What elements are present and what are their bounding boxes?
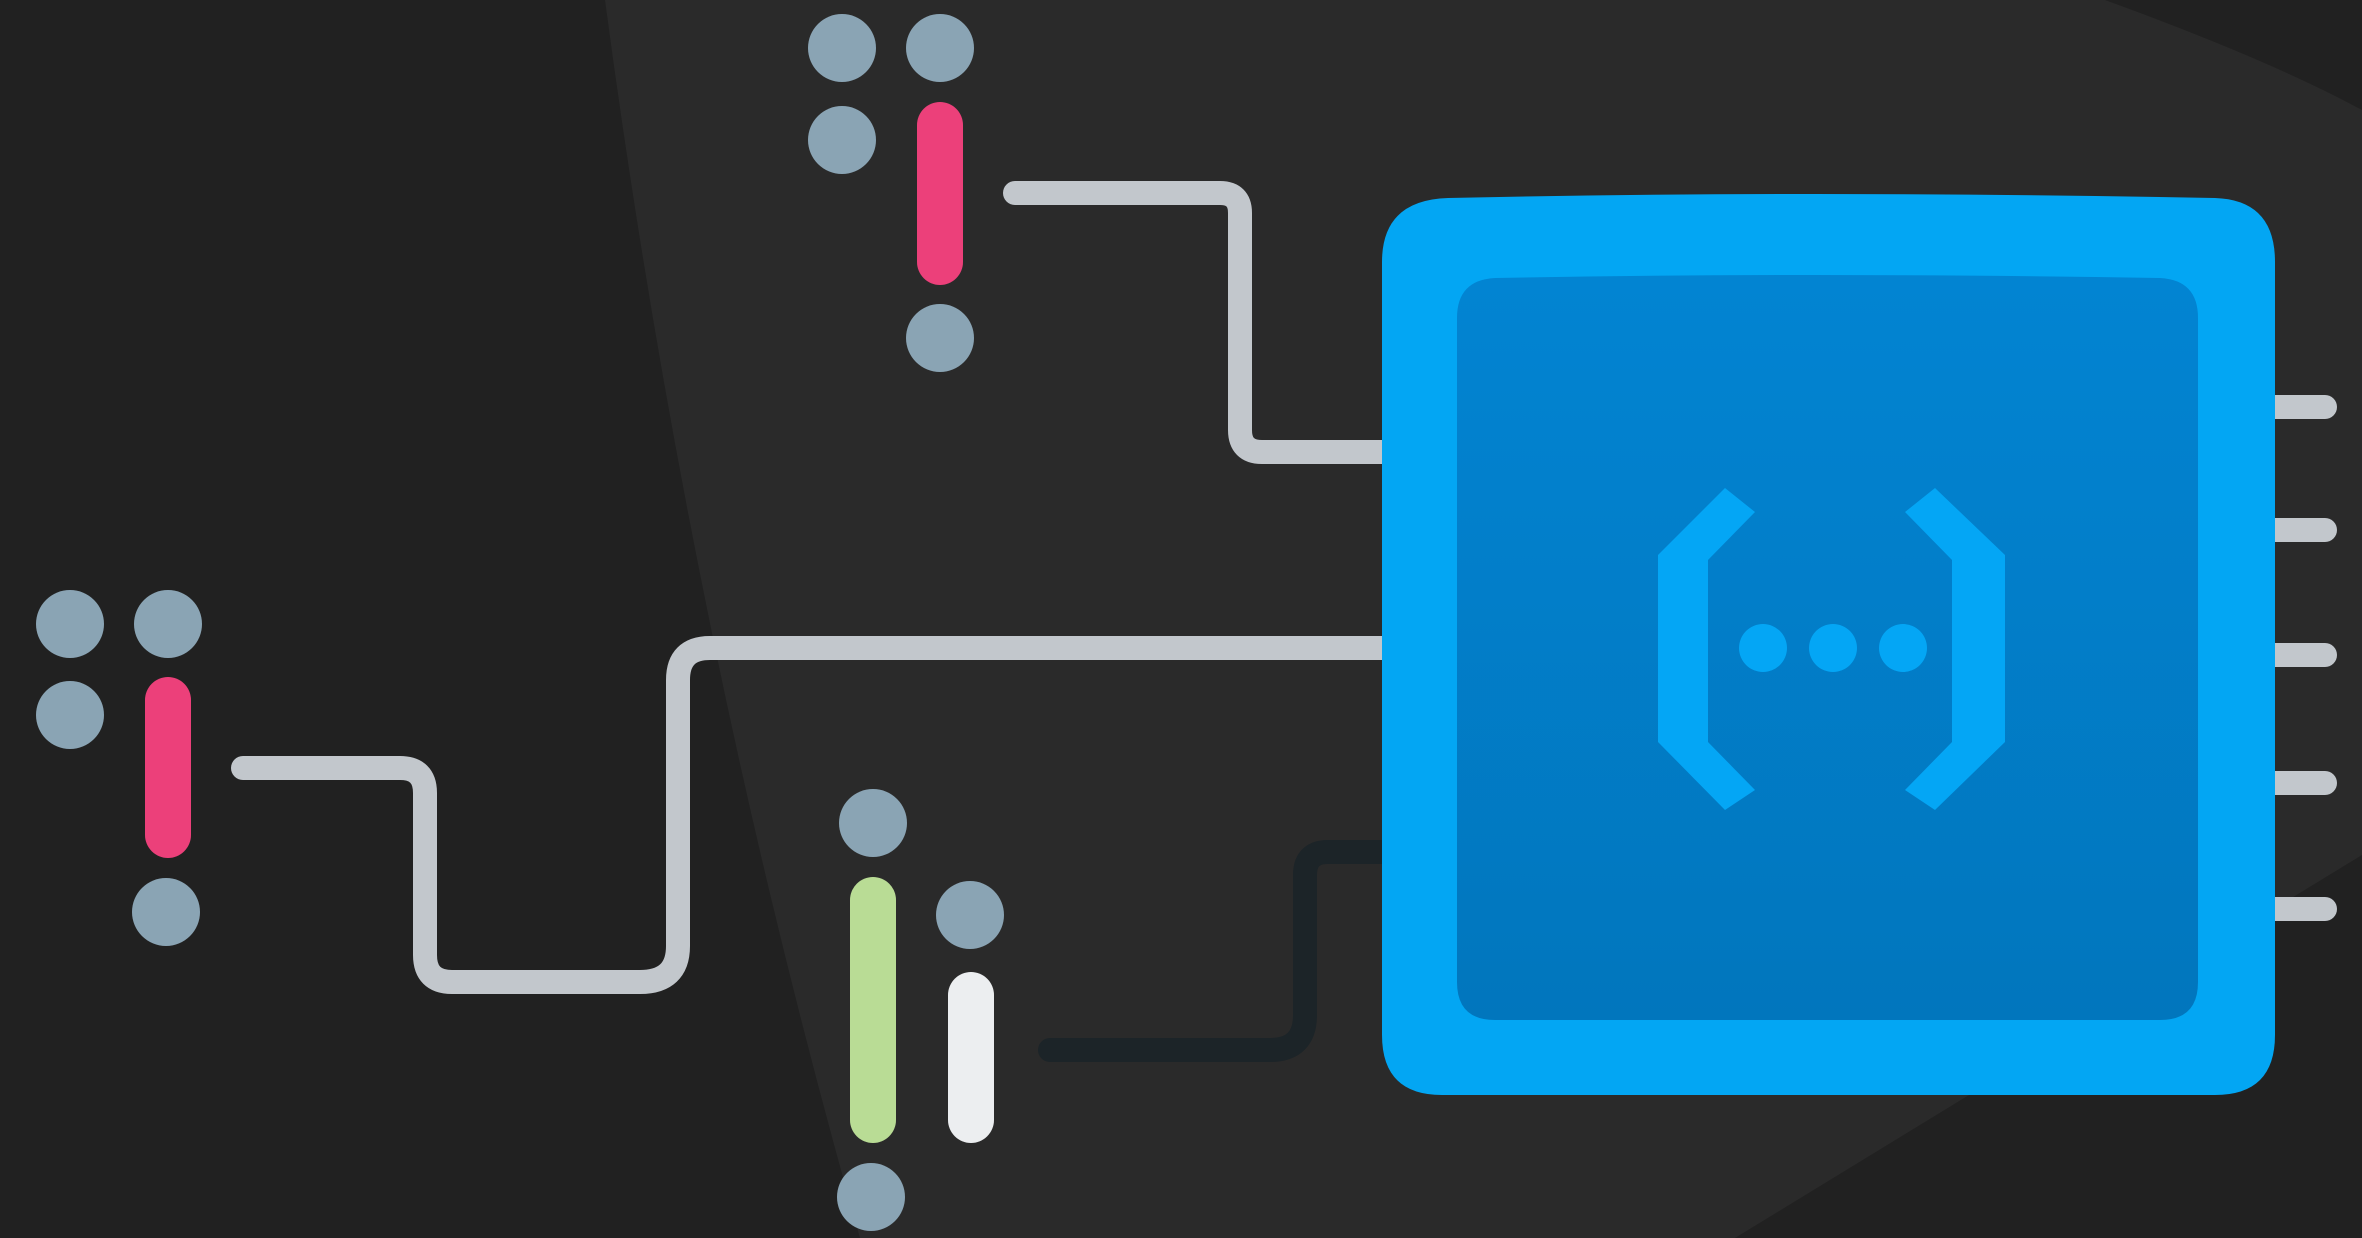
dot — [906, 14, 974, 82]
function-chip-icon — [1382, 194, 2275, 1095]
cloud-functions-illustration — [36, 0, 2362, 1238]
dot — [808, 106, 876, 174]
dot — [906, 304, 974, 372]
glyph-group-left — [36, 590, 202, 946]
dot — [36, 590, 104, 658]
dot — [936, 881, 1004, 949]
dot — [134, 590, 202, 658]
illustration-stage — [0, 0, 2362, 1238]
dot — [837, 1163, 905, 1231]
dot — [36, 681, 104, 749]
ellipsis-dot — [1879, 624, 1927, 672]
dot — [839, 789, 907, 857]
ellipsis-dot — [1809, 624, 1857, 672]
dot — [808, 14, 876, 82]
ellipsis-dot — [1739, 624, 1787, 672]
dot — [132, 878, 200, 946]
